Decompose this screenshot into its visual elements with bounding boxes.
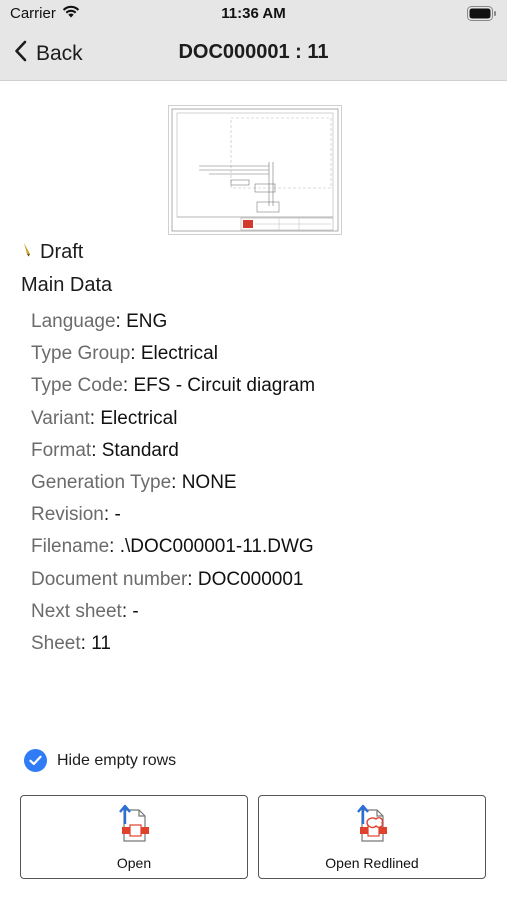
field-value: ENG [126,311,168,332]
field-label: Next sheet [31,600,122,622]
field-value: Standard [101,439,179,461]
open-button[interactable]: Open [20,795,248,879]
battery-icon [467,6,497,25]
field-value: EFS - Circuit diagram [133,375,316,397]
field-row-filename: Filename: .\DOC000001-11.DWG [31,536,314,558]
navigation-bar: Back DOC000001 : 11 [0,30,507,81]
hide-empty-rows-label: Hide empty rows [57,751,177,769]
status-time: 11:36 AM [221,5,286,22]
checkmark-icon[interactable] [24,749,47,772]
field-value: 11 [91,633,111,655]
field-label: Type Group [31,343,131,365]
field-row-variant: Variant: Electrical [31,407,178,429]
document-status: Draft [22,241,83,264]
field-row-document-number: Document number: DOC000001 [31,568,304,590]
field-label: Sheet [31,633,81,655]
field-row-type-code: Type Code: EFS - Circuit diagram [31,375,316,397]
field-value: Electrical [140,343,218,365]
section-title: Main Data [21,274,113,296]
field-value: .\DOC000001-11.DWG [119,536,314,558]
field-value: Electrical [100,407,178,429]
status-label: Draft [40,241,84,263]
pencil-icon [22,241,32,264]
open-redlined-button-label: Open Redlined [325,855,419,871]
field-label: Revision [31,504,104,526]
open-redlined-button[interactable]: Open Redlined [258,795,486,879]
page-title: DOC000001 : 11 [178,41,329,63]
field-row-sheet: Sheet: 11 [31,633,111,655]
field-row-language: Language: ENG [31,311,168,332]
field-label: Document number [31,568,188,590]
field-label: Filename [31,536,110,558]
field-row-revision: Revision: - [31,504,121,526]
field-row-format: Format: Standard [31,439,179,461]
field-value: NONE [181,472,237,494]
field-value: DOC000001 [197,568,304,590]
field-list: Language: ENG Type Group: Electrical Typ… [31,306,315,660]
open-button-label: Open [116,855,152,871]
field-label: Language [31,311,116,332]
field-row-type-group: Type Group: Electrical [31,343,218,365]
field-value: - [132,600,139,622]
field-label: Type Code [31,375,123,397]
document-redlined-icon [355,804,389,849]
field-label: Variant [31,407,90,429]
field-row-next-sheet: Next sheet: - [31,600,139,622]
field-label: Generation Type [31,472,172,494]
document-thumbnail[interactable] [168,105,342,235]
hide-empty-rows-toggle[interactable]: Hide empty rows [24,749,176,772]
field-value: - [114,504,121,526]
field-row-generation-type: Generation Type: NONE [31,472,237,494]
document-open-icon [117,804,151,849]
field-label: Format [31,439,92,461]
status-bar: Carrier 11:36 AM [0,0,507,30]
